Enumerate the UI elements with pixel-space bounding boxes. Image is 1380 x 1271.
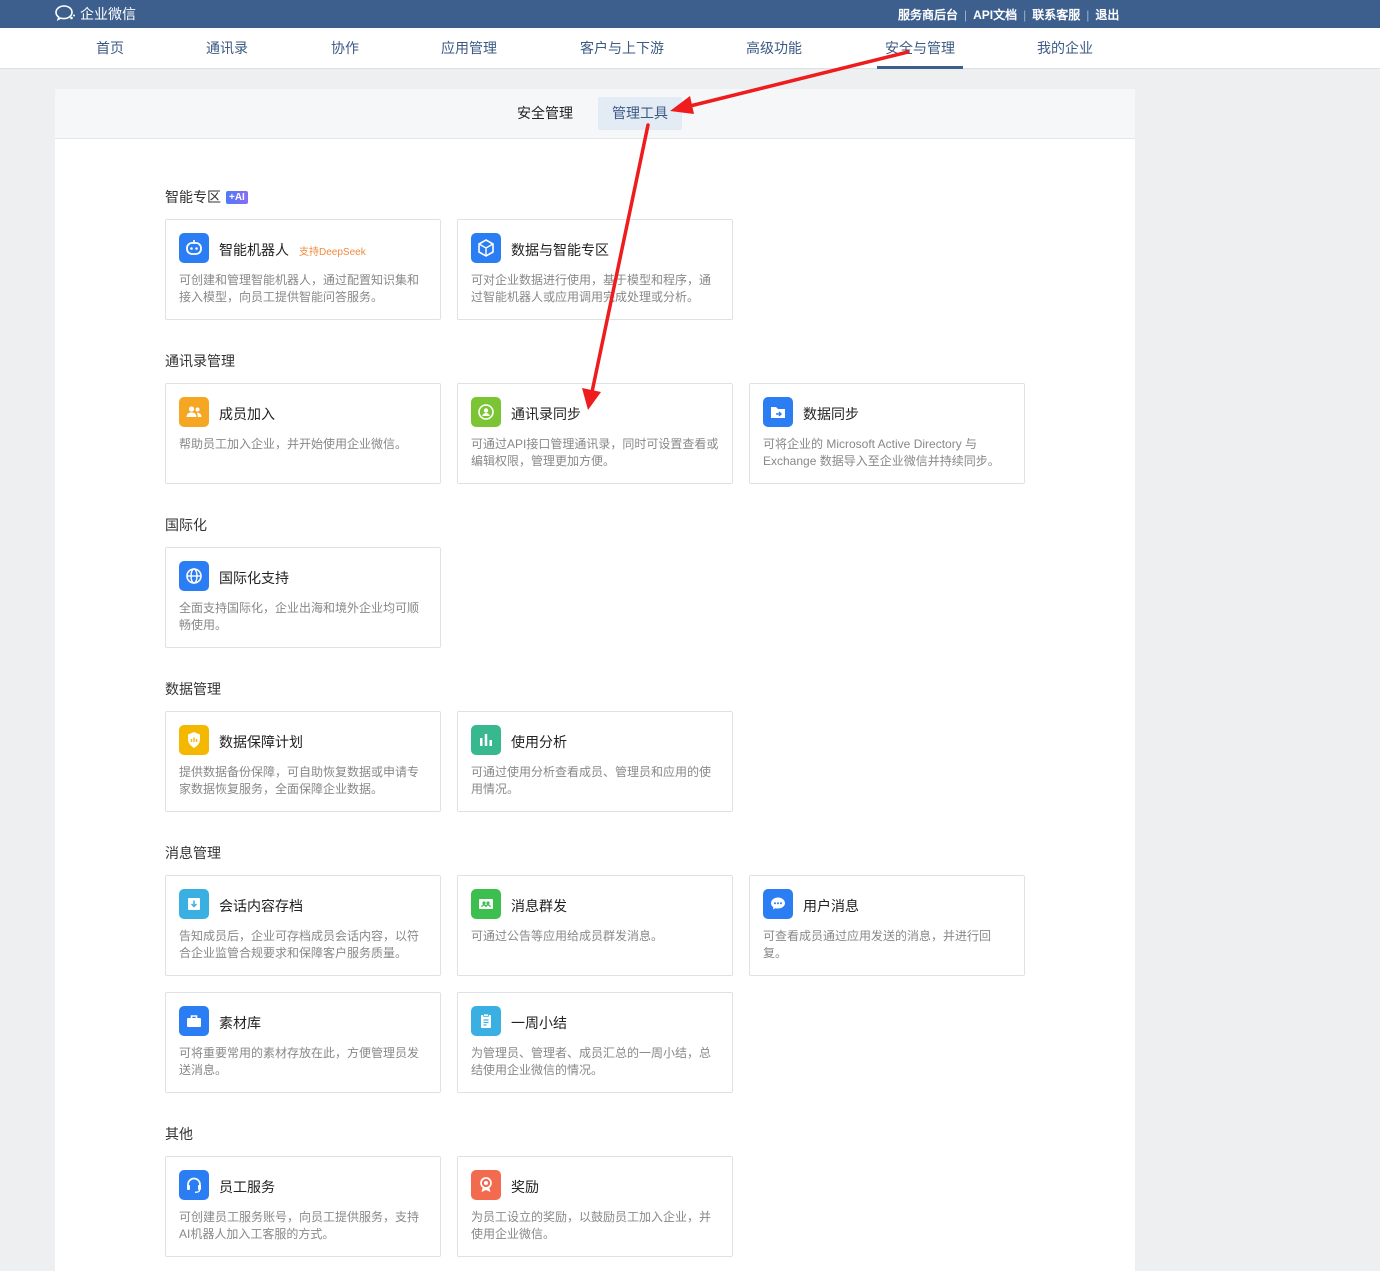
- nav-customers[interactable]: 客户与上下游: [580, 28, 664, 69]
- card-description: 可查看成员通过应用发送的消息，并进行回复。: [763, 929, 992, 960]
- card-description: 可通过公告等应用给成员群发消息。: [471, 929, 664, 943]
- tab-management-tools[interactable]: 管理工具: [598, 97, 682, 130]
- nav-my-enterprise[interactable]: 我的企业: [1037, 28, 1093, 69]
- card-mass-message[interactable]: 消息群发 可通过公告等应用给成员群发消息。: [457, 875, 733, 976]
- award-icon: [471, 1170, 501, 1200]
- card-description: 可将企业的 Microsoft Active Directory 与 Excha…: [763, 437, 1000, 468]
- card-member-join[interactable]: 成员加入 帮助员工加入企业，并开始使用企业微信。: [165, 383, 441, 484]
- members-icon: [179, 397, 209, 427]
- content-panel: 安全管理 管理工具 智能专区 +AI 智能机器人 支持DeepSeek 可创建和管…: [55, 89, 1135, 1271]
- card-usage-analysis[interactable]: 使用分析 可通过使用分析查看成员、管理员和应用的使用情况。: [457, 711, 733, 812]
- divider: |: [1086, 7, 1090, 22]
- card-description: 可创建和管理智能机器人，通过配置知识集和接入模型，向员工提供智能问答服务。: [179, 273, 420, 304]
- logo[interactable]: 企业微信: [54, 4, 136, 24]
- provider-console-link[interactable]: 服务商后台: [898, 6, 958, 23]
- nav-advanced[interactable]: 高级功能: [746, 28, 802, 69]
- top-links: 服务商后台 | API文档 | 联系客服 | 退出: [898, 6, 1119, 23]
- section-title-other: 其他: [165, 1126, 193, 1142]
- card-description: 可创建员工服务账号，向员工提供服务，支持AI机器人加入工客服的方式。: [179, 1210, 420, 1241]
- chat-bubble-icon: [763, 889, 793, 919]
- wecom-logo-icon: [54, 4, 80, 25]
- nav-contacts[interactable]: 通讯录: [206, 28, 248, 69]
- main-nav: 首页 通讯录 协作 应用管理 客户与上下游 高级功能 安全与管理 我的企业: [0, 28, 1380, 69]
- card-description: 提供数据备份保障，可自助恢复数据或申请专家数据恢复服务，全面保障企业数据。: [179, 765, 420, 796]
- card-description: 全面支持国际化，企业出海和境外企业均可顺畅使用。: [179, 601, 420, 632]
- divider: |: [964, 7, 968, 22]
- card-title: 一周小结: [511, 1015, 567, 1031]
- logo-text: 企业微信: [80, 6, 136, 22]
- card-description: 为管理员、管理者、成员汇总的一周小结，总结使用企业微信的情况。: [471, 1046, 712, 1077]
- card-title: 素材库: [219, 1015, 261, 1031]
- top-bar: 企业微信 服务商后台 | API文档 | 联系客服 | 退出: [0, 0, 1380, 28]
- ai-badge: +AI: [226, 190, 248, 204]
- nav-security-management[interactable]: 安全与管理: [877, 28, 963, 69]
- card-description: 可通过API接口管理通讯录，同时可设置查看或编辑权限，管理更加方便。: [471, 437, 719, 468]
- globe-icon: [179, 561, 209, 591]
- bar-chart-icon: [471, 725, 501, 755]
- logout-link[interactable]: 退出: [1095, 6, 1119, 23]
- card-title: 成员加入: [219, 406, 275, 422]
- card-title: 奖励: [511, 1179, 539, 1195]
- card-title: 通讯录同步: [511, 406, 581, 422]
- deepseek-tag: 支持DeepSeek: [299, 247, 366, 258]
- section-title-ai: 智能专区 +AI: [165, 187, 248, 207]
- card-title: 数据同步: [803, 406, 859, 422]
- section-title-messages: 消息管理: [165, 845, 221, 861]
- nav-collaboration[interactable]: 协作: [331, 28, 359, 69]
- card-description: 告知成员后，企业可存档成员会话内容，以符合企业监管合规要求和保障客户服务质量。: [179, 929, 420, 960]
- card-description: 帮助员工加入企业，并开始使用企业微信。: [179, 437, 408, 451]
- card-title: 智能机器人 支持DeepSeek: [219, 242, 366, 258]
- broadcast-icon: [471, 889, 501, 919]
- card-user-messages[interactable]: 用户消息 可查看成员通过应用发送的消息，并进行回复。: [749, 875, 1025, 976]
- section-title-contacts: 通讯录管理: [165, 353, 235, 369]
- card-data-protection[interactable]: 数据保障计划 提供数据备份保障，可自助恢复数据或申请专家数据恢复服务，全面保障企…: [165, 711, 441, 812]
- card-contact-sync[interactable]: 通讯录同步 可通过API接口管理通讯录，同时可设置查看或编辑权限，管理更加方便。: [457, 383, 733, 484]
- card-chat-archive[interactable]: 会话内容存档 告知成员后，企业可存档成员会话内容，以符合企业监管合规要求和保障客…: [165, 875, 441, 976]
- card-reward[interactable]: 奖励 为员工设立的奖励，以鼓励员工加入企业，并使用企业微信。: [457, 1156, 733, 1257]
- card-title: 消息群发: [511, 898, 567, 914]
- headset-icon: [179, 1170, 209, 1200]
- archive-icon: [179, 889, 209, 919]
- clipboard-icon: [471, 1006, 501, 1036]
- card-title: 数据保障计划: [219, 734, 303, 750]
- card-description: 可将重要常用的素材存放在此，方便管理员发送消息。: [179, 1046, 420, 1077]
- card-description: 可通过使用分析查看成员、管理员和应用的使用情况。: [471, 765, 712, 796]
- section-title-intl: 国际化: [165, 517, 207, 533]
- card-title: 员工服务: [219, 1179, 275, 1195]
- card-data-intelligence[interactable]: 数据与智能专区 可对企业数据进行使用，基于模型和程序，通过智能机器人或应用调用完…: [457, 219, 733, 320]
- card-smart-robot[interactable]: 智能机器人 支持DeepSeek 可创建和管理智能机器人，通过配置知识集和接入模型…: [165, 219, 441, 320]
- card-weekly-summary[interactable]: 一周小结 为管理员、管理者、成员汇总的一周小结，总结使用企业微信的情况。: [457, 992, 733, 1093]
- nav-app-management[interactable]: 应用管理: [441, 28, 497, 69]
- briefcase-icon: [179, 1006, 209, 1036]
- tab-security[interactable]: 安全管理: [503, 97, 587, 130]
- sub-tabs: 安全管理 管理工具: [55, 89, 1135, 139]
- card-employee-service[interactable]: 员工服务 可创建员工服务账号，向员工提供服务，支持AI机器人加入工客服的方式。: [165, 1156, 441, 1257]
- card-description: 为员工设立的奖励，以鼓励员工加入企业，并使用企业微信。: [471, 1210, 712, 1241]
- card-title: 用户消息: [803, 898, 859, 914]
- robot-icon: [179, 233, 209, 263]
- folder-sync-icon: [763, 397, 793, 427]
- api-docs-link[interactable]: API文档: [973, 6, 1017, 23]
- card-description: 可对企业数据进行使用，基于模型和程序，通过智能机器人或应用调用完成处理或分析。: [471, 273, 712, 304]
- shield-icon: [179, 725, 209, 755]
- card-title: 使用分析: [511, 734, 567, 750]
- card-material-library[interactable]: 素材库 可将重要常用的素材存放在此，方便管理员发送消息。: [165, 992, 441, 1093]
- section-title-text: 智能专区: [165, 189, 221, 205]
- card-title: 会话内容存档: [219, 898, 303, 914]
- nav-home[interactable]: 首页: [96, 28, 124, 69]
- card-title: 数据与智能专区: [511, 242, 609, 258]
- contact-support-link[interactable]: 联系客服: [1032, 6, 1080, 23]
- contact-sync-icon: [471, 397, 501, 427]
- card-intl-support[interactable]: 国际化支持 全面支持国际化，企业出海和境外企业均可顺畅使用。: [165, 547, 441, 648]
- divider: |: [1023, 7, 1027, 22]
- cube-icon: [471, 233, 501, 263]
- card-title: 国际化支持: [219, 570, 289, 586]
- card-data-sync[interactable]: 数据同步 可将企业的 Microsoft Active Directory 与 …: [749, 383, 1025, 484]
- section-title-data: 数据管理: [165, 681, 221, 697]
